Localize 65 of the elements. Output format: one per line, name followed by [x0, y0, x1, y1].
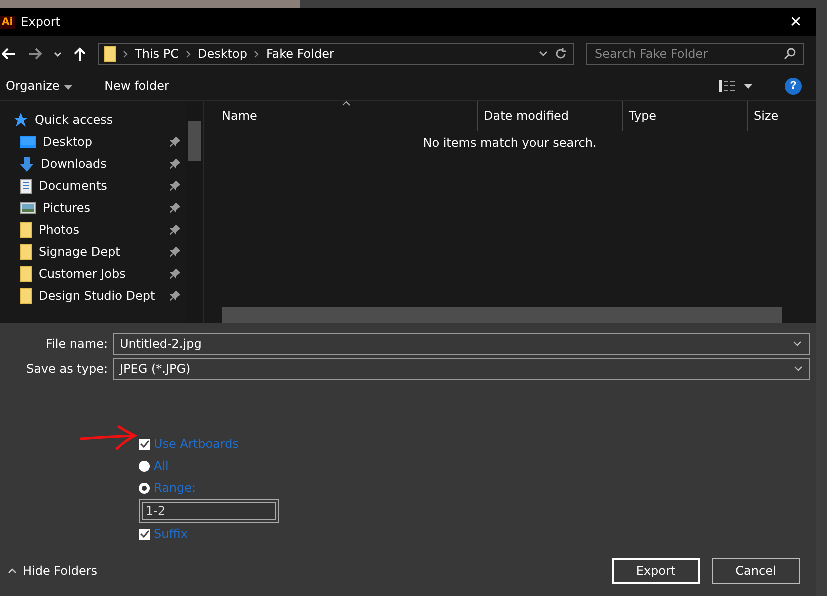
- breadcrumb[interactable]: Fake Folder: [266, 47, 334, 61]
- breadcrumb[interactable]: This PC: [135, 47, 179, 61]
- up-arrow-icon[interactable]: [74, 47, 86, 61]
- dialog-button[interactable]: Export: [612, 558, 700, 584]
- organize-button[interactable]: Organize: [0, 79, 79, 93]
- search-icon: [784, 48, 796, 60]
- picture-icon: [20, 202, 36, 214]
- folder-icon: [20, 222, 32, 238]
- close-button[interactable]: ✕: [776, 12, 816, 32]
- dialog-button[interactable]: Cancel: [712, 558, 800, 584]
- checkbox[interactable]: [139, 438, 150, 450]
- range-field[interactable]: 1-2: [142, 502, 276, 520]
- sidebar-item[interactable]: Signage Dept: [39, 245, 120, 259]
- breadcrumb[interactable]: Desktop: [198, 47, 248, 61]
- chevron-right-icon: [123, 50, 128, 58]
- column-header[interactable]: Name: [204, 101, 478, 131]
- column-header[interactable]: Date modified: [478, 101, 623, 131]
- scrollbar[interactable]: [222, 307, 782, 323]
- column-header[interactable]: Size: [748, 101, 816, 131]
- dropdown-arrow-icon: [64, 85, 73, 90]
- chevron-down-icon: [794, 366, 803, 372]
- new-folder-button[interactable]: New folder: [98, 79, 176, 93]
- checkbox[interactable]: [139, 528, 150, 540]
- hide-folders-button[interactable]: Hide Folders: [2, 563, 104, 579]
- dropdown-arrow-icon[interactable]: [744, 84, 753, 88]
- sidebar-item[interactable]: Photos: [39, 223, 80, 237]
- radio-button[interactable]: [139, 482, 150, 494]
- file-type-dropdown[interactable]: JPEG (*.JPG): [113, 358, 810, 380]
- document-icon: [20, 178, 32, 194]
- folder-icon: [104, 46, 116, 62]
- search-field[interactable]: Search Fake Folder: [586, 43, 804, 65]
- address-bar[interactable]: This PC Desktop Fake Folder: [98, 43, 574, 65]
- chevron-up-icon: [8, 568, 17, 574]
- sidebar-header[interactable]: Quick access: [35, 113, 114, 127]
- sidebar-item[interactable]: Pictures: [43, 201, 91, 215]
- radio-button[interactable]: [139, 460, 150, 472]
- annotation-arrow-drawing: [79, 425, 139, 451]
- download-arrow-icon: [20, 156, 34, 172]
- folder-icon: [20, 266, 32, 282]
- column-header[interactable]: Type: [623, 101, 748, 131]
- help-button[interactable]: ?: [785, 78, 802, 94]
- forward-icon[interactable]: [28, 48, 42, 60]
- window-title: Export: [21, 15, 60, 29]
- chevron-down-icon[interactable]: [539, 51, 548, 57]
- sidebar-item[interactable]: Design Studio Dept: [39, 289, 156, 303]
- field-label: File name:: [45, 337, 109, 351]
- file-name-field[interactable]: Untitled-2.jpg: [113, 333, 810, 355]
- sidebar-item[interactable]: Downloads: [41, 157, 107, 171]
- empty-message: No items match your search.: [422, 136, 598, 150]
- sidebar-item[interactable]: Customer Jobs: [39, 267, 126, 281]
- monitor-icon: [20, 136, 36, 148]
- sidebar-item[interactable]: Desktop: [43, 135, 92, 149]
- back-icon[interactable]: [2, 48, 16, 60]
- folder-icon: [20, 244, 32, 260]
- star-icon: [14, 113, 28, 127]
- chevron-down-icon[interactable]: [793, 341, 802, 347]
- chevron-down-icon[interactable]: [54, 52, 62, 56]
- chevron-right-icon: [254, 50, 260, 58]
- app-badge: Ai: [0, 16, 16, 28]
- field-label: Save as type:: [25, 362, 109, 376]
- folder-icon: [20, 288, 32, 304]
- chevron-right-icon: [186, 50, 191, 58]
- sidebar-item[interactable]: Documents: [39, 179, 108, 193]
- view-options-icon[interactable]: [719, 80, 736, 92]
- refresh-icon[interactable]: [555, 48, 567, 60]
